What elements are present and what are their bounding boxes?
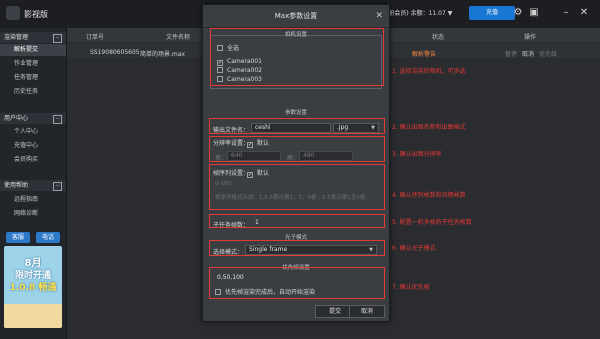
balance-label: 余额：11.07: [410, 10, 446, 17]
cancel-button[interactable]: 取消: [349, 305, 385, 318]
col-order: 订单号: [86, 34, 105, 41]
annotation-6: 6. 确认光子模式: [392, 245, 436, 252]
cancel-link[interactable]: 取消: [522, 49, 534, 58]
balance-dropdown-icon[interactable]: ▼: [448, 10, 453, 17]
minimize-icon[interactable]: –: [560, 7, 572, 19]
highlight-frames: [209, 164, 385, 210]
sidebar-section-label: 渲染管理: [4, 34, 29, 41]
col-status: 状态: [432, 34, 445, 41]
support-button[interactable]: 客服: [6, 232, 30, 243]
status-badge: 解析警告: [412, 51, 437, 58]
sidebar-section-render[interactable]: 渲染管理 −: [0, 32, 66, 43]
annotation-7: 7. 确认优先帧: [392, 284, 430, 291]
recharge-button[interactable]: 充值: [469, 6, 515, 20]
phone-button[interactable]: 电话: [36, 232, 60, 243]
sidebar-item-history[interactable]: 历史任务: [0, 86, 66, 98]
highlight-resolution: [209, 136, 385, 162]
app-name: 影视版: [24, 10, 48, 19]
col-actions: 操作: [524, 34, 537, 41]
highlight-photon: [209, 240, 385, 256]
highlight-subtask: [209, 214, 385, 228]
sidebar-item-recharge[interactable]: 充值中心: [0, 140, 66, 152]
sidebar-item-jobs[interactable]: 作业管理: [0, 58, 66, 70]
collapse-icon[interactable]: −: [53, 34, 62, 43]
dialog-title: Max参数设置: [203, 5, 389, 28]
highlight-priority: [209, 267, 385, 299]
pause-link[interactable]: 暂停: [505, 49, 517, 58]
app-logo: [6, 6, 20, 20]
sidebar-item-tasks[interactable]: 任务管理: [0, 72, 66, 84]
annotation-4: 4. 确认序列帧数和间隔帧数: [392, 192, 466, 199]
collapse-icon[interactable]: −: [53, 182, 62, 191]
sidebar-section-label: 用户中心: [4, 115, 29, 122]
sidebar-item-remote-guide[interactable]: 远程指南: [0, 194, 66, 206]
banner-line1: 8月: [24, 258, 42, 269]
close-icon[interactable]: ✕: [375, 11, 383, 21]
priority-link[interactable]: 优先级: [539, 49, 557, 58]
annotation-2: 2. 确认出图名称和出图格式: [392, 124, 466, 131]
collapse-icon[interactable]: −: [53, 115, 62, 124]
promo-banner[interactable]: 8月 限时开通 1.0.8 畅通: [4, 246, 62, 328]
file-name: 简单的场景.max: [140, 51, 185, 58]
annotation-1: 1. 选择渲染的相机，可多选: [392, 68, 466, 75]
annotation-5: 5. 配置一机多帧的子任务帧数: [392, 219, 472, 226]
order-number: SS19080605605: [90, 49, 140, 56]
highlight-output: [209, 118, 385, 134]
banner-sand: [4, 304, 62, 328]
close-icon[interactable]: ✕: [578, 7, 590, 19]
sidebar-item-parse-submit[interactable]: 解析提交: [0, 44, 66, 56]
param-legend: 参数设置: [284, 110, 307, 116]
highlight-camera: [210, 28, 384, 86]
col-filename: 文件名称: [166, 34, 191, 41]
sidebar-item-profile[interactable]: 个人中心: [0, 126, 66, 138]
annotation-3: 3. 确认出图分辨率: [392, 151, 442, 158]
sidebar-section-label: 使用帮助: [4, 182, 29, 189]
account-info: (注册会员) 余额：11.07 ▼: [380, 8, 452, 17]
sidebar-section-help[interactable]: 使用帮助 −: [0, 180, 66, 191]
sidebar-item-membership[interactable]: 会员购买: [0, 154, 66, 166]
banner-line3: 1.0.8 畅通: [9, 283, 57, 293]
gear-icon[interactable]: ⚙: [512, 7, 524, 19]
sidebar-section-user[interactable]: 用户中心 −: [0, 113, 66, 124]
monitor-icon[interactable]: ▣: [528, 7, 540, 19]
sidebar-item-network[interactable]: 网络诊断: [0, 208, 66, 220]
